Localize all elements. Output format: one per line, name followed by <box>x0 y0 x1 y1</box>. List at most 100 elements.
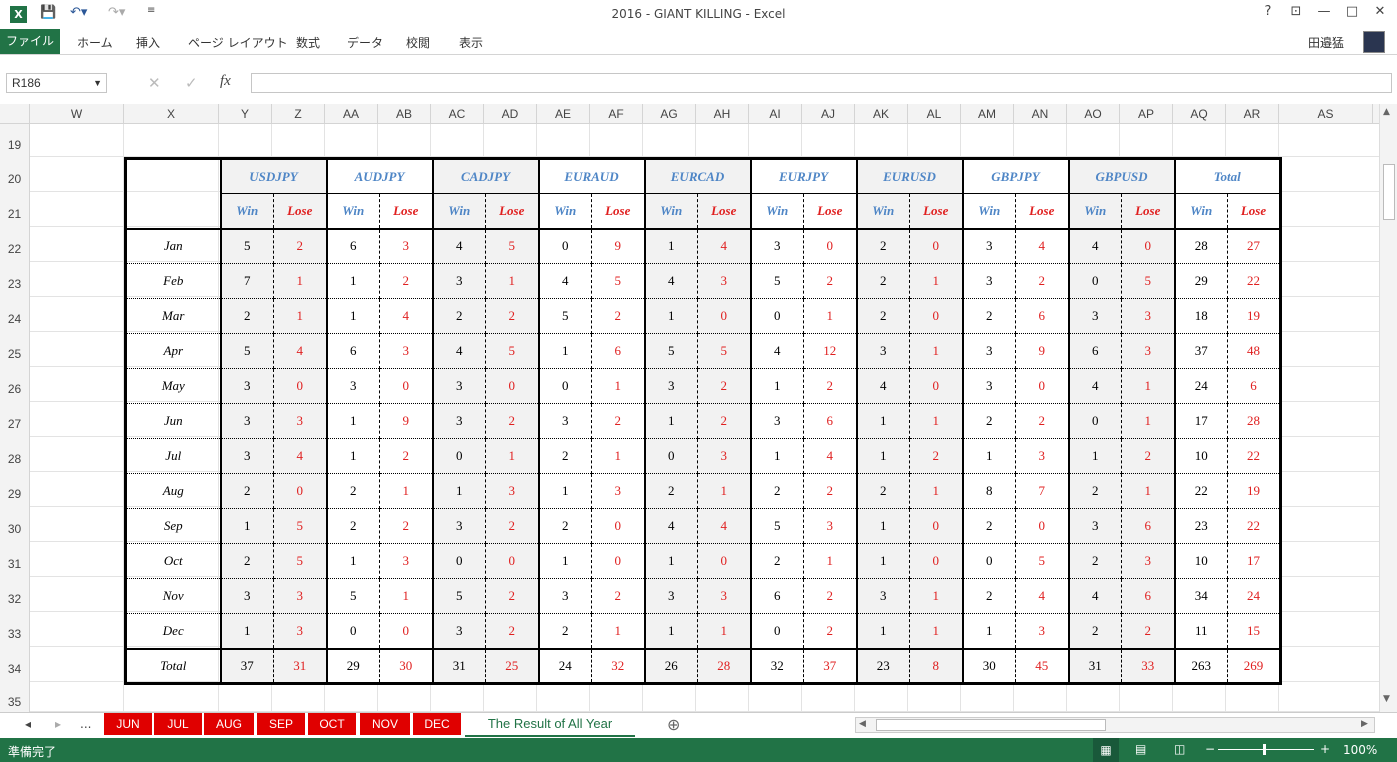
lose-cell[interactable]: 9 <box>1015 333 1070 369</box>
lose-cell[interactable]: 3 <box>1015 438 1070 474</box>
win-cell[interactable]: 1 <box>538 543 592 579</box>
lose-cell[interactable]: 0 <box>697 298 752 334</box>
win-cell[interactable]: 3 <box>432 613 486 649</box>
win-cell[interactable]: 0 <box>326 613 380 649</box>
zoom-slider-thumb[interactable] <box>1263 744 1266 755</box>
win-cell[interactable]: 6 <box>750 578 804 614</box>
win-cell[interactable]: 4 <box>432 333 486 369</box>
column-header[interactable]: AH <box>696 104 749 124</box>
row-header[interactable]: 31 <box>0 542 30 577</box>
lose-cell[interactable]: 2 <box>591 403 646 439</box>
lose-cell[interactable]: 0 <box>1015 368 1070 404</box>
lose-cell[interactable]: 3 <box>697 438 752 474</box>
win-cell[interactable]: 4 <box>538 263 592 299</box>
lose-cell[interactable]: 4 <box>1015 228 1070 264</box>
win-cell[interactable]: 6 <box>326 333 380 369</box>
win-cell[interactable]: 2 <box>326 508 380 544</box>
win-cell[interactable]: 0 <box>1068 263 1122 299</box>
lose-cell[interactable]: 1 <box>909 473 964 509</box>
row-header[interactable]: 22 <box>0 227 30 262</box>
row-header[interactable]: 24 <box>0 297 30 332</box>
lose-cell[interactable]: 1 <box>909 403 964 439</box>
win-cell[interactable]: 1 <box>432 473 486 509</box>
total-lose-cell[interactable]: 31 <box>273 647 328 684</box>
tab-home[interactable]: ホーム <box>77 34 113 51</box>
total-win-cell[interactable]: 29 <box>326 647 380 684</box>
win-cell[interactable]: 0 <box>1068 403 1122 439</box>
tab-file[interactable]: ファイル <box>0 29 60 54</box>
lose-cell[interactable]: 1 <box>1121 368 1176 404</box>
column-header[interactable]: AO <box>1067 104 1120 124</box>
lose-cell[interactable]: 1 <box>273 263 328 299</box>
lose-cell[interactable]: 2 <box>803 368 858 404</box>
win-cell[interactable]: 2 <box>856 473 910 509</box>
sheet-tab-nov[interactable]: NOV <box>360 713 410 735</box>
column-header[interactable]: AG <box>643 104 696 124</box>
lose-cell[interactable]: 1 <box>697 613 752 649</box>
lose-cell[interactable]: 48 <box>1227 333 1282 369</box>
win-cell[interactable]: 1 <box>856 403 910 439</box>
win-cell[interactable]: 3 <box>326 368 380 404</box>
total-win-cell[interactable]: 26 <box>644 647 698 684</box>
lose-cell[interactable]: 27 <box>1227 228 1282 264</box>
lose-cell[interactable]: 5 <box>1015 543 1070 579</box>
win-cell[interactable]: 18 <box>1174 298 1228 334</box>
lose-cell[interactable]: 1 <box>591 438 646 474</box>
lose-cell[interactable]: 2 <box>485 508 540 544</box>
row-header[interactable]: 34 <box>0 647 30 682</box>
column-header[interactable]: AC <box>431 104 484 124</box>
win-cell[interactable]: 3 <box>220 368 274 404</box>
total-lose-cell[interactable]: 37 <box>803 647 858 684</box>
win-cell[interactable]: 0 <box>962 543 1016 579</box>
win-cell[interactable]: 2 <box>644 473 698 509</box>
win-cell[interactable]: 1 <box>750 438 804 474</box>
zoom-slider[interactable] <box>1218 744 1314 755</box>
lose-cell[interactable]: 1 <box>485 263 540 299</box>
lose-cell[interactable]: 2 <box>697 403 752 439</box>
total-lose-cell[interactable]: 30 <box>379 647 434 684</box>
sheet-nav-prev-icon[interactable]: ◂ <box>25 717 31 731</box>
lose-cell[interactable]: 0 <box>909 228 964 264</box>
win-cell[interactable]: 5 <box>538 298 592 334</box>
lose-cell[interactable]: 3 <box>1121 333 1176 369</box>
win-cell[interactable]: 1 <box>220 613 274 649</box>
lose-cell[interactable]: 4 <box>273 333 328 369</box>
lose-cell[interactable]: 3 <box>273 613 328 649</box>
total-win-cell[interactable]: 24 <box>538 647 592 684</box>
lose-cell[interactable]: 1 <box>591 368 646 404</box>
win-cell[interactable]: 1 <box>962 438 1016 474</box>
lose-cell[interactable]: 1 <box>273 298 328 334</box>
lose-cell[interactable]: 2 <box>379 508 434 544</box>
win-cell[interactable]: 1 <box>962 613 1016 649</box>
column-header[interactable]: AQ <box>1173 104 1226 124</box>
win-cell[interactable]: 10 <box>1174 543 1228 579</box>
win-cell[interactable]: 0 <box>750 298 804 334</box>
lose-cell[interactable]: 0 <box>909 368 964 404</box>
vertical-scrollbar[interactable]: ▲ ▼ <box>1379 104 1397 712</box>
lose-cell[interactable]: 1 <box>379 473 434 509</box>
column-header[interactable]: AI <box>749 104 802 124</box>
minimize-button[interactable]: — <box>1310 4 1338 24</box>
win-cell[interactable]: 6 <box>326 228 380 264</box>
lose-cell[interactable]: 3 <box>697 578 752 614</box>
horizontal-scrollbar[interactable]: ◀ ▶ <box>855 717 1375 733</box>
lose-cell[interactable]: 6 <box>591 333 646 369</box>
lose-cell[interactable]: 4 <box>697 508 752 544</box>
win-cell[interactable]: 1 <box>326 403 380 439</box>
column-header[interactable]: AJ <box>802 104 855 124</box>
win-cell[interactable]: 5 <box>220 333 274 369</box>
tab-formulas[interactable]: 数式 <box>296 34 320 51</box>
lose-cell[interactable]: 6 <box>1227 368 1282 404</box>
lose-cell[interactable]: 6 <box>803 403 858 439</box>
lose-cell[interactable]: 6 <box>1121 508 1176 544</box>
lose-cell[interactable]: 4 <box>803 438 858 474</box>
column-header[interactable]: AM <box>961 104 1014 124</box>
win-cell[interactable]: 2 <box>432 298 486 334</box>
win-cell[interactable]: 3 <box>750 403 804 439</box>
new-sheet-button[interactable]: ⊕ <box>667 715 680 734</box>
lose-cell[interactable]: 15 <box>1227 613 1282 649</box>
win-cell[interactable]: 0 <box>432 438 486 474</box>
sheet-nav-next-icon[interactable]: ▸ <box>55 717 61 731</box>
win-cell[interactable]: 2 <box>1068 543 1122 579</box>
lose-cell[interactable]: 3 <box>379 333 434 369</box>
